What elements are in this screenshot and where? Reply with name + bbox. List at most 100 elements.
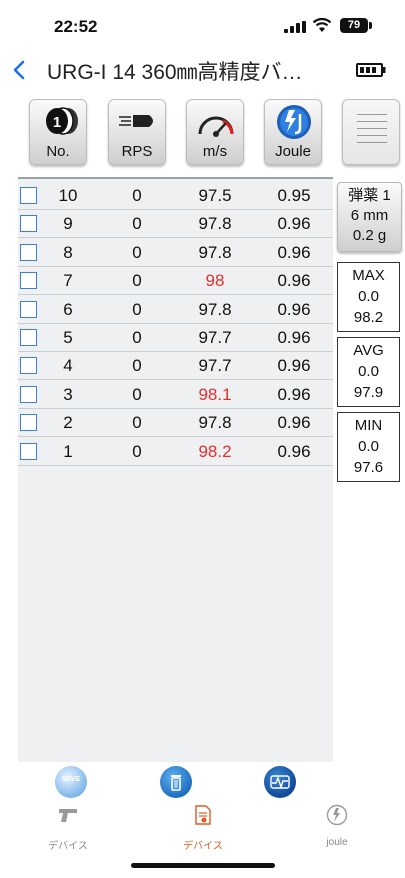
min-stat-box: MIN 0.0 97.6 bbox=[337, 412, 400, 482]
row-checkbox[interactable] bbox=[20, 442, 37, 460]
row-checkbox[interactable] bbox=[20, 357, 37, 375]
page-title: URG-I 14 360㎜高精度バ… bbox=[47, 61, 303, 84]
joule-icon bbox=[277, 105, 311, 139]
row-number: 1 bbox=[63, 441, 73, 461]
tab-joule[interactable]: joule bbox=[292, 804, 382, 848]
table-row[interactable]: 7 0 98 0.96 bbox=[18, 267, 333, 296]
table-row[interactable]: 3 0 98.1 0.96 bbox=[18, 381, 333, 409]
tab-bar: デバイス デバイス joule bbox=[0, 802, 405, 854]
row-joule: 0.96 bbox=[277, 271, 311, 291]
row-speed: 97.8 bbox=[198, 413, 232, 433]
action-bar: SAVE bbox=[0, 762, 405, 802]
toolbar: 1 No. RPS m/s Joule bbox=[0, 99, 405, 169]
min-speed: 97.6 bbox=[353, 459, 384, 476]
table-row[interactable]: 9 0 97.8 0.96 bbox=[18, 210, 333, 239]
home-indicator bbox=[131, 863, 275, 868]
battery-icon: 79 bbox=[340, 18, 368, 33]
row-number: 5 bbox=[63, 328, 73, 347]
joule-tab-icon bbox=[326, 804, 348, 826]
row-speed: 97.7 bbox=[198, 328, 232, 347]
status-time: 22:52 bbox=[54, 17, 98, 36]
row-rps: 0 bbox=[132, 214, 142, 234]
row-joule: 0.96 bbox=[277, 299, 311, 319]
row-number: 10 bbox=[58, 186, 78, 205]
table-row[interactable]: 8 0 97.8 0.96 bbox=[18, 239, 333, 267]
row-joule: 0.96 bbox=[277, 328, 311, 347]
table-row[interactable]: 10 0 97.5 0.95 bbox=[18, 182, 333, 210]
row-speed: 97.7 bbox=[198, 356, 232, 376]
row-checkbox[interactable] bbox=[20, 414, 37, 432]
row-checkbox[interactable] bbox=[20, 329, 37, 346]
table-row[interactable]: 4 0 97.7 0.96 bbox=[18, 352, 333, 381]
rps-button-label: RPS bbox=[121, 143, 153, 160]
min-rps: 0.0 bbox=[358, 438, 379, 455]
max-stat-box: MAX 0.0 98.2 bbox=[337, 262, 400, 332]
delete-button[interactable] bbox=[160, 766, 192, 798]
ammo-line-2: 6 mm bbox=[350, 207, 389, 224]
cellular-signal-icon bbox=[284, 21, 306, 33]
tab-device-report[interactable]: デバイス bbox=[158, 804, 248, 852]
save-button[interactable]: SAVE bbox=[55, 766, 87, 798]
row-rps: 0 bbox=[132, 271, 142, 291]
waveform-button[interactable] bbox=[264, 766, 296, 798]
device-battery-icon bbox=[356, 63, 386, 77]
row-speed: 97.8 bbox=[198, 214, 232, 234]
row-joule: 0.96 bbox=[277, 356, 311, 376]
tab-device[interactable]: デバイス bbox=[23, 804, 113, 852]
tab-joule-label: joule bbox=[326, 837, 348, 848]
tab-device-label: デバイス bbox=[48, 841, 88, 852]
speed-button[interactable]: m/s bbox=[186, 99, 244, 165]
row-joule: 0.96 bbox=[277, 413, 311, 433]
bullet-icon bbox=[119, 115, 153, 127]
row-number: 9 bbox=[63, 214, 73, 234]
row-joule: 0.96 bbox=[277, 242, 311, 262]
row-rps: 0 bbox=[132, 242, 142, 262]
table-row[interactable]: 2 0 97.8 0.96 bbox=[18, 409, 333, 438]
row-rps: 0 bbox=[132, 186, 142, 205]
speed-button-label: m/s bbox=[202, 143, 228, 160]
row-number: 7 bbox=[63, 271, 73, 291]
row-speed: 98.1 bbox=[198, 384, 232, 404]
battery-tip bbox=[369, 22, 372, 29]
row-checkbox[interactable] bbox=[20, 385, 37, 403]
trash-icon bbox=[171, 775, 181, 791]
menu-icon bbox=[357, 114, 387, 150]
coins-icon: 1 bbox=[46, 107, 78, 135]
row-number: 8 bbox=[63, 242, 73, 262]
ammo-button[interactable]: 弾薬 1 6 mm 0.2 g bbox=[337, 182, 402, 252]
row-checkbox[interactable] bbox=[20, 243, 37, 261]
menu-button[interactable] bbox=[342, 99, 400, 165]
joule-button[interactable]: Joule bbox=[264, 99, 322, 165]
status-bar: 22:52 79 bbox=[0, 0, 405, 50]
row-speed: 97.8 bbox=[198, 242, 232, 262]
table-row[interactable]: 5 0 97.7 0.96 bbox=[18, 324, 333, 352]
row-joule: 0.95 bbox=[277, 186, 311, 205]
row-checkbox[interactable] bbox=[20, 215, 37, 233]
nav-bar: URG-I 14 360㎜高精度バ… bbox=[0, 50, 405, 90]
row-checkbox[interactable] bbox=[20, 187, 37, 204]
row-number: 4 bbox=[63, 356, 73, 376]
ammo-line-3: 0.2 g bbox=[352, 227, 387, 244]
max-rps: 0.0 bbox=[358, 288, 379, 305]
row-checkbox[interactable] bbox=[20, 300, 37, 318]
ammo-line-1: 弾薬 1 bbox=[348, 187, 391, 204]
rps-button[interactable]: RPS bbox=[108, 99, 166, 165]
back-chevron-icon[interactable] bbox=[8, 58, 32, 82]
row-number: 2 bbox=[63, 413, 73, 433]
waveform-icon bbox=[270, 775, 290, 790]
row-rps: 0 bbox=[132, 328, 142, 347]
avg-speed: 97.9 bbox=[353, 384, 384, 401]
row-checkbox[interactable] bbox=[20, 272, 37, 290]
svg-text:1: 1 bbox=[53, 114, 61, 131]
pistol-icon bbox=[59, 809, 77, 822]
row-number: 6 bbox=[63, 299, 73, 319]
max-speed: 98.2 bbox=[353, 309, 384, 326]
min-label: MIN bbox=[354, 417, 383, 434]
table-row[interactable]: 6 0 97.8 0.96 bbox=[18, 296, 333, 324]
table-row[interactable]: 1 0 98.2 0.96 bbox=[18, 438, 333, 466]
speedometer-icon bbox=[198, 116, 234, 137]
row-rps: 0 bbox=[132, 384, 142, 404]
number-button[interactable]: 1 No. bbox=[29, 99, 87, 165]
wifi-icon bbox=[312, 18, 332, 32]
max-label: MAX bbox=[352, 267, 385, 284]
